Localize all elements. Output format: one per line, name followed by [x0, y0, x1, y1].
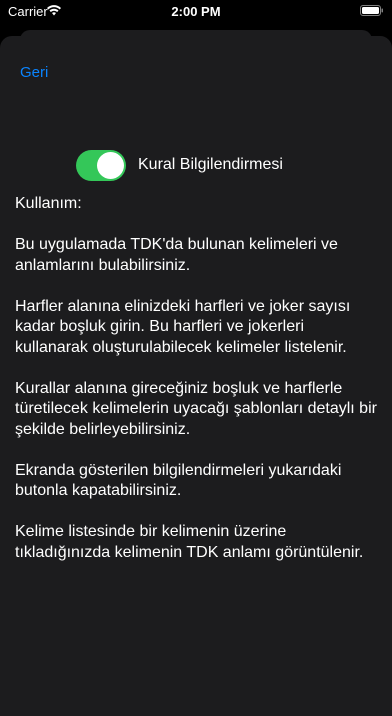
- help-text: Kullanım: Bu uygulamada TDK'da bulunan k…: [15, 194, 379, 584]
- help-paragraph: Ekranda gösterilen bilgilendirmeleri yuk…: [15, 461, 342, 500]
- status-time: 2:00 PM: [171, 4, 221, 19]
- back-button[interactable]: Geri: [20, 64, 48, 81]
- help-paragraph: Kelime listesinde bir kelimenin üzerine …: [15, 523, 364, 561]
- battery-icon: [360, 5, 383, 16]
- help-paragraph: Kurallar alanına gireceğiniz boşluk ve h…: [15, 379, 377, 438]
- rule-info-toggle-row: Kural Bilgilendirmesi: [76, 150, 336, 182]
- rule-info-toggle[interactable]: [76, 150, 126, 181]
- toggle-knob: [97, 152, 124, 179]
- help-title: Kullanım:: [15, 195, 82, 212]
- help-paragraph: Bu uygulamada TDK'da bulunan kelimeleri …: [15, 236, 338, 274]
- help-paragraph: Harfler alanına elinizdeki harfleri ve j…: [15, 297, 351, 356]
- status-bar: Carrier 2:00 PM: [0, 0, 392, 22]
- toggle-label: Kural Bilgilendirmesi: [138, 156, 283, 173]
